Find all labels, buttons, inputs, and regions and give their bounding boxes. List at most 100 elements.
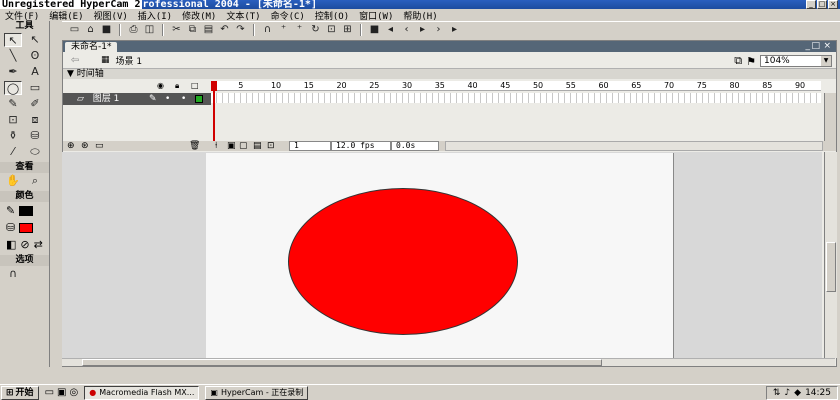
- network-icon[interactable]: ⇅: [773, 388, 781, 398]
- play-icon[interactable]: ▸: [416, 23, 429, 36]
- volume-icon[interactable]: ♪: [784, 388, 790, 398]
- menu-modify[interactable]: 修改(M): [177, 9, 221, 22]
- fill-transform-tool-icon[interactable]: ⧈: [26, 113, 44, 127]
- no-color-icon[interactable]: ⊘: [20, 238, 29, 251]
- brush-tool-icon[interactable]: ✐: [26, 97, 44, 111]
- paste-icon[interactable]: ▤: [202, 23, 215, 36]
- edit-multiple-icon[interactable]: ▤: [253, 141, 262, 151]
- add-layer-icon[interactable]: ⊕: [67, 141, 75, 151]
- menu-control[interactable]: 控制(O): [310, 9, 354, 22]
- print-icon[interactable]: ⎙: [127, 23, 140, 36]
- doc-restore-button[interactable]: □: [811, 41, 820, 52]
- document-tab[interactable]: 未命名-1*: [65, 42, 118, 52]
- stop-icon[interactable]: ■: [368, 23, 381, 36]
- desktop-icon[interactable]: ▭: [45, 387, 54, 398]
- lock-dot-icon[interactable]: •: [181, 93, 186, 105]
- pencil-tool-icon[interactable]: ✎: [4, 97, 22, 111]
- edit-scene-icon[interactable]: ⧉: [734, 54, 742, 68]
- close-button[interactable]: ×: [828, 0, 838, 9]
- menu-text[interactable]: 文本(T): [221, 9, 265, 22]
- paint-bucket-tool-icon[interactable]: ⛁: [26, 129, 44, 143]
- frame-ruler[interactable]: 151015202530354045505560657075808590: [211, 81, 821, 91]
- copy-icon[interactable]: ⧉: [186, 23, 199, 36]
- hand-tool-icon[interactable]: ✋: [4, 174, 22, 188]
- oval-tool-icon[interactable]: ◯: [4, 81, 22, 95]
- line-tool-icon[interactable]: ╲: [4, 49, 22, 63]
- timeline-vertical-scrollbar[interactable]: [824, 93, 836, 143]
- maximize-button[interactable]: □: [817, 0, 827, 9]
- align-icon[interactable]: ⊞: [341, 23, 354, 36]
- menu-view[interactable]: 视图(V): [89, 9, 133, 22]
- redo-icon[interactable]: ↷: [234, 23, 247, 36]
- security-icon[interactable]: ◆: [794, 388, 801, 398]
- visible-dot-icon[interactable]: •: [165, 93, 170, 105]
- outline-icon[interactable]: □: [191, 81, 199, 90]
- menu-insert[interactable]: 插入(I): [133, 9, 177, 22]
- pen-tool-icon[interactable]: ✒: [4, 65, 22, 79]
- new-icon[interactable]: ▭: [68, 23, 81, 36]
- add-folder-icon[interactable]: ▭: [95, 141, 104, 151]
- end-icon[interactable]: ▸: [448, 23, 461, 36]
- default-colors-icon[interactable]: ◧: [6, 238, 16, 251]
- timeline-header[interactable]: ▼ 时间轴: [63, 69, 836, 79]
- menu-edit[interactable]: 编辑(E): [44, 9, 88, 22]
- rotate-icon[interactable]: ↻: [309, 23, 322, 36]
- arrow-tool-icon[interactable]: ↖: [4, 33, 22, 47]
- back-arrow-icon[interactable]: ⇦: [67, 54, 83, 67]
- menu-commands[interactable]: 命令(C): [266, 9, 310, 22]
- explorer-icon[interactable]: ▣: [57, 387, 66, 398]
- menu-window[interactable]: 窗口(W): [354, 9, 398, 22]
- timeline-horizontal-scrollbar[interactable]: [445, 141, 823, 151]
- step-forward-icon[interactable]: ›: [432, 23, 445, 36]
- layer-row[interactable]: ▱ 图层 1 ✎ • •: [63, 93, 211, 105]
- ink-bottle-tool-icon[interactable]: ⚱: [4, 129, 22, 143]
- open-icon[interactable]: ⌂: [84, 23, 97, 36]
- doc-close-button[interactable]: ×: [823, 41, 831, 52]
- start-button[interactable]: ⊞ 开始: [1, 385, 39, 400]
- cut-icon[interactable]: ✂: [170, 23, 183, 36]
- save-icon[interactable]: ■: [100, 23, 113, 36]
- swap-colors-icon[interactable]: ⇄: [34, 238, 43, 251]
- lasso-tool-icon[interactable]: ʘ: [26, 49, 44, 63]
- lock-icon[interactable]: 🔒︎: [175, 81, 179, 91]
- onion-markers-icon[interactable]: ⊡: [267, 141, 275, 151]
- rectangle-tool-icon[interactable]: ▭: [26, 81, 44, 95]
- add-guide-icon[interactable]: ⊛: [81, 141, 89, 151]
- task-hypercam[interactable]: ▣ HyperCam - 正在录制: [205, 385, 309, 400]
- delete-layer-icon[interactable]: 🗑︎: [189, 141, 200, 151]
- snap-icon[interactable]: ∩: [261, 23, 274, 36]
- frame-ruler-label: 50: [532, 81, 544, 90]
- text-tool-icon[interactable]: A: [26, 65, 44, 79]
- browser-icon[interactable]: ◎: [69, 387, 78, 398]
- stroke-color-swatch[interactable]: [19, 205, 34, 216]
- undo-icon[interactable]: ↶: [218, 23, 231, 36]
- frame-cells[interactable]: [211, 93, 821, 103]
- menu-file[interactable]: 文件(F): [0, 9, 44, 22]
- onion-skin-icon[interactable]: ▣: [227, 141, 236, 151]
- frame-ruler-label: 15: [303, 81, 314, 90]
- free-transform-tool-icon[interactable]: ⊡: [4, 113, 22, 127]
- smooth-icon[interactable]: ⁺: [277, 23, 290, 36]
- onion-outline-icon[interactable]: ▢: [239, 141, 248, 151]
- outline-color-icon[interactable]: [195, 95, 203, 103]
- snap-magnet-icon[interactable]: ∩: [4, 267, 22, 281]
- scale-icon[interactable]: ⊡: [325, 23, 338, 36]
- zoom-select[interactable]: 104% ▼: [760, 55, 832, 67]
- eyedropper-tool-icon[interactable]: ⁄: [4, 145, 22, 159]
- rewind-icon[interactable]: ◂: [384, 23, 397, 36]
- eraser-tool-icon[interactable]: ⬭: [26, 145, 44, 159]
- minimize-button[interactable]: _: [806, 0, 816, 9]
- fill-color-swatch[interactable]: [19, 222, 34, 233]
- eye-icon[interactable]: ◉: [157, 81, 164, 90]
- print-preview-icon[interactable]: ◫: [143, 23, 156, 36]
- task-flash[interactable]: ● Macromedia Flash MX...: [84, 385, 200, 400]
- menu-help[interactable]: 帮助(H): [398, 9, 442, 22]
- edit-symbol-icon[interactable]: ⚑: [746, 55, 756, 68]
- center-frame-icon[interactable]: ⍿: [215, 141, 217, 151]
- step-back-icon[interactable]: ‹: [400, 23, 413, 36]
- subselect-tool-icon[interactable]: ↖: [26, 33, 44, 47]
- zoom-tool-icon[interactable]: ⌕: [26, 174, 44, 188]
- scene-breadcrumb[interactable]: ▦ 场景 1: [101, 54, 142, 67]
- doc-minimize-button[interactable]: _: [806, 41, 811, 52]
- straighten-icon[interactable]: ⁺: [293, 23, 306, 36]
